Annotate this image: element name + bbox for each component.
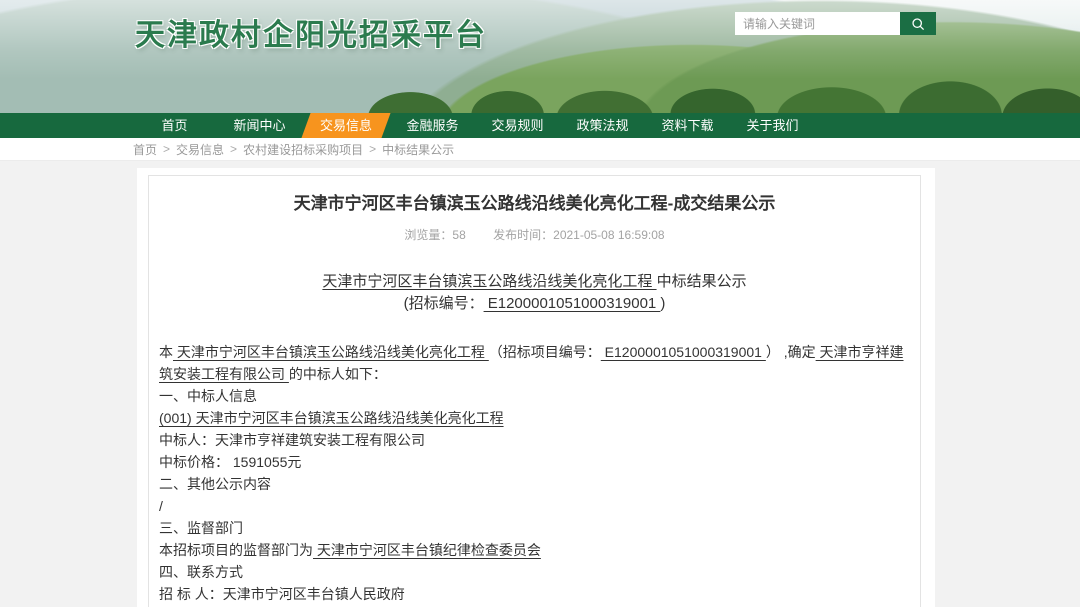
nav-item-trade-rules[interactable]: 交易规则 xyxy=(475,113,560,138)
breadcrumb-rural-projects[interactable]: 农村建设招标采购项目 xyxy=(243,141,363,158)
search-icon xyxy=(910,16,926,32)
search-bar xyxy=(735,12,936,35)
site-title: 天津政村企阳光招采平台 xyxy=(135,10,487,54)
section4-heading: 四、联系方式 xyxy=(159,561,910,583)
breadcrumb-result-announcement[interactable]: 中标结果公示 xyxy=(382,141,454,158)
publish-time: 发布时间：2021-05-08 16:59:08 xyxy=(493,228,664,242)
article-meta: 浏览量：58 发布时间：2021-05-08 16:59:08 xyxy=(159,226,910,243)
search-input[interactable] xyxy=(735,12,900,35)
banner: 天津政村企阳光招采平台 xyxy=(0,0,1080,113)
tender-code-line: (招标编号： E1200001051000319001 ) xyxy=(159,293,910,315)
search-button[interactable] xyxy=(900,12,936,35)
section3-content: 本招标项目的监督部门为 天津市宁河区丰台镇纪律检查委员会 xyxy=(159,539,910,561)
nav-item-news[interactable]: 新闻中心 xyxy=(217,113,302,138)
article-container: 天津市宁河区丰台镇滨玉公路线沿线美化亮化工程-成交结果公示 浏览量：58 发布时… xyxy=(148,175,921,607)
views-count: 浏览量：58 xyxy=(404,228,465,242)
nav-item-downloads[interactable]: 资料下载 xyxy=(645,113,730,138)
tenderer-line: 招 标 人：天津市宁河区丰台镇人民政府 xyxy=(159,583,910,605)
section1-heading: 一、中标人信息 xyxy=(159,385,910,407)
nav-item-policies[interactable]: 政策法规 xyxy=(560,113,645,138)
main-nav: 首页 新闻中心 交易信息 金融服务 交易规则 政策法规 资料下载 关于我们 xyxy=(0,113,1080,138)
subtitle-line: 天津市宁河区丰台镇滨玉公路线沿线美化亮化工程 中标结果公示 xyxy=(159,271,910,293)
breadcrumb-home[interactable]: 首页 xyxy=(133,141,157,158)
section2-content: / xyxy=(159,495,910,517)
section1-item: (001) 天津市宁河区丰台镇滨玉公路线沿线美化亮化工程 xyxy=(159,407,910,429)
nav-item-finance[interactable]: 金融服务 xyxy=(390,113,475,138)
article-body: 本 天津市宁河区丰台镇滨玉公路线沿线美化亮化工程 （招标项目编号： E12000… xyxy=(159,341,910,607)
breadcrumb-separator: > xyxy=(369,142,376,156)
breadcrumb-separator: > xyxy=(230,142,237,156)
price-line: 中标价格： 1591055元 xyxy=(159,451,910,473)
intro-paragraph: 本 天津市宁河区丰台镇滨玉公路线沿线美化亮化工程 （招标项目编号： E12000… xyxy=(159,341,910,385)
announcement-subtitle: 天津市宁河区丰台镇滨玉公路线沿线美化亮化工程 中标结果公示 (招标编号： E12… xyxy=(159,271,910,315)
nav-item-about[interactable]: 关于我们 xyxy=(730,113,815,138)
section3-heading: 三、监督部门 xyxy=(159,517,910,539)
nav-item-home[interactable]: 首页 xyxy=(132,113,217,138)
section2-heading: 二、其他公示内容 xyxy=(159,473,910,495)
nav-item-trade-info[interactable]: 交易信息 xyxy=(301,113,390,138)
winner-line: 中标人：天津市亨祥建筑安装工程有限公司 xyxy=(159,429,910,451)
content-card: 天津市宁河区丰台镇滨玉公路线沿线美化亮化工程-成交结果公示 浏览量：58 发布时… xyxy=(137,168,935,607)
article-title: 天津市宁河区丰台镇滨玉公路线沿线美化亮化工程-成交结果公示 xyxy=(159,192,910,216)
page: 天津政村企阳光招采平台 首页 新闻中心 交易信息 金融服务 交易规则 政策法规 … xyxy=(0,0,1080,607)
breadcrumb: 首页 > 交易信息 > 农村建设招标采购项目 > 中标结果公示 xyxy=(0,138,1080,161)
breadcrumb-separator: > xyxy=(163,142,170,156)
breadcrumb-trade-info[interactable]: 交易信息 xyxy=(176,141,224,158)
